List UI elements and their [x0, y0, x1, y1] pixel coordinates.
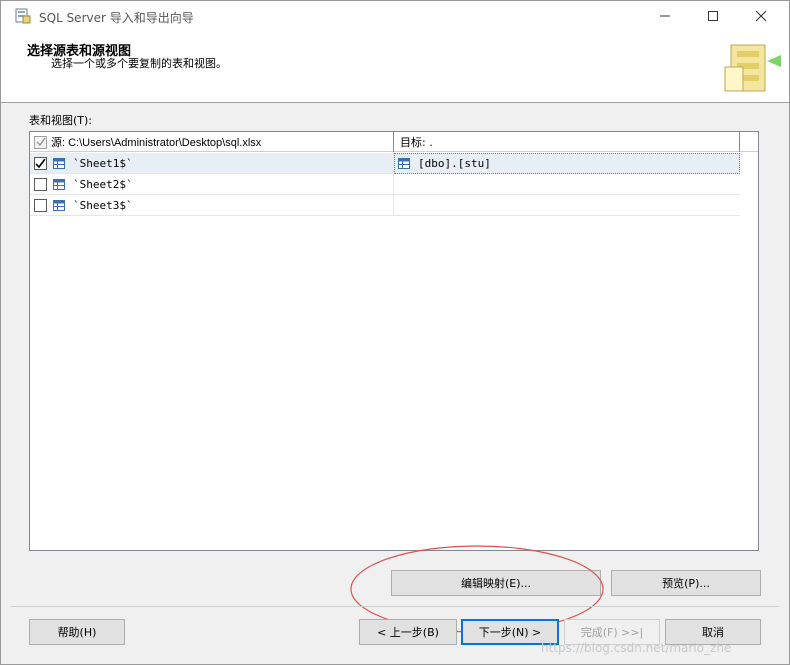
source-cell[interactable]: `Sheet1$`: [30, 153, 394, 174]
destination-cell[interactable]: [394, 195, 740, 216]
select-all-checkbox[interactable]: [34, 135, 47, 149]
edit-mappings-button[interactable]: 编辑映射(E)...: [391, 570, 601, 596]
row-checkbox[interactable]: [34, 157, 47, 170]
table-icon: [53, 200, 65, 211]
help-button[interactable]: 帮助(H): [29, 619, 125, 645]
preview-button[interactable]: 预览(P)...: [611, 570, 761, 596]
wizard-header-graphic: [724, 44, 781, 92]
minimize-button[interactable]: [641, 1, 689, 31]
destination-name: [dbo].[stu]: [418, 157, 491, 170]
destination-column-header[interactable]: 目标: .: [394, 132, 740, 152]
wizard-header: 选择源表和源视图 选择一个或多个要复制的表和视图。: [1, 31, 789, 103]
page-subtitle: 选择一个或多个要复制的表和视图。: [51, 57, 227, 70]
window-title: SQL Server 导入和导出向导: [39, 11, 194, 25]
close-icon: [755, 10, 767, 22]
source-column-label: 源: C:\Users\Administrator\Desktop\sql.xl…: [51, 137, 262, 149]
table-icon: [53, 179, 65, 190]
watermark-text: https://blog.csdn.net/mario_zhe: [541, 641, 732, 655]
checkmark-icon: [35, 137, 46, 147]
wizard-app-icon: [15, 8, 31, 24]
wizard-window: SQL Server 导入和导出向导 选择源表和源视图 选择一个或多个要复制的表…: [0, 0, 790, 665]
row-checkbox[interactable]: [34, 199, 47, 212]
destination-column-label: 目标: .: [400, 136, 433, 149]
footer-separator: [11, 606, 779, 607]
tables-views-label: 表和视图(T):: [29, 114, 93, 127]
source-name: `Sheet1$`: [73, 157, 133, 170]
destination-cell[interactable]: [dbo].[stu]: [394, 153, 740, 174]
destination-cell[interactable]: [394, 174, 740, 195]
grid-header: 源: C:\Users\Administrator\Desktop\sql.xl…: [30, 132, 758, 152]
close-button[interactable]: [737, 1, 785, 31]
maximize-icon: [708, 11, 718, 21]
row-checkbox[interactable]: [34, 178, 47, 191]
source-name: `Sheet3$`: [73, 199, 133, 212]
source-cell[interactable]: `Sheet3$`: [30, 195, 394, 216]
tables-grid[interactable]: 源: C:\Users\Administrator\Desktop\sql.xl…: [29, 131, 759, 551]
minimize-icon: [660, 15, 670, 17]
source-name: `Sheet2$`: [73, 178, 133, 191]
back-button[interactable]: < 上一步(B): [359, 619, 457, 645]
table-icon: [398, 158, 410, 169]
table-row[interactable]: `Sheet2$`: [30, 174, 740, 195]
table-row[interactable]: `Sheet3$`: [30, 195, 740, 216]
maximize-button[interactable]: [689, 1, 737, 31]
table-row[interactable]: `Sheet1$` [dbo].[stu]: [30, 153, 740, 174]
checkmark-icon: [35, 158, 46, 169]
source-cell[interactable]: `Sheet2$`: [30, 174, 394, 195]
table-icon: [53, 158, 65, 169]
title-bar: SQL Server 导入和导出向导: [1, 1, 789, 31]
source-column-header[interactable]: 源: C:\Users\Administrator\Desktop\sql.xl…: [30, 132, 394, 152]
